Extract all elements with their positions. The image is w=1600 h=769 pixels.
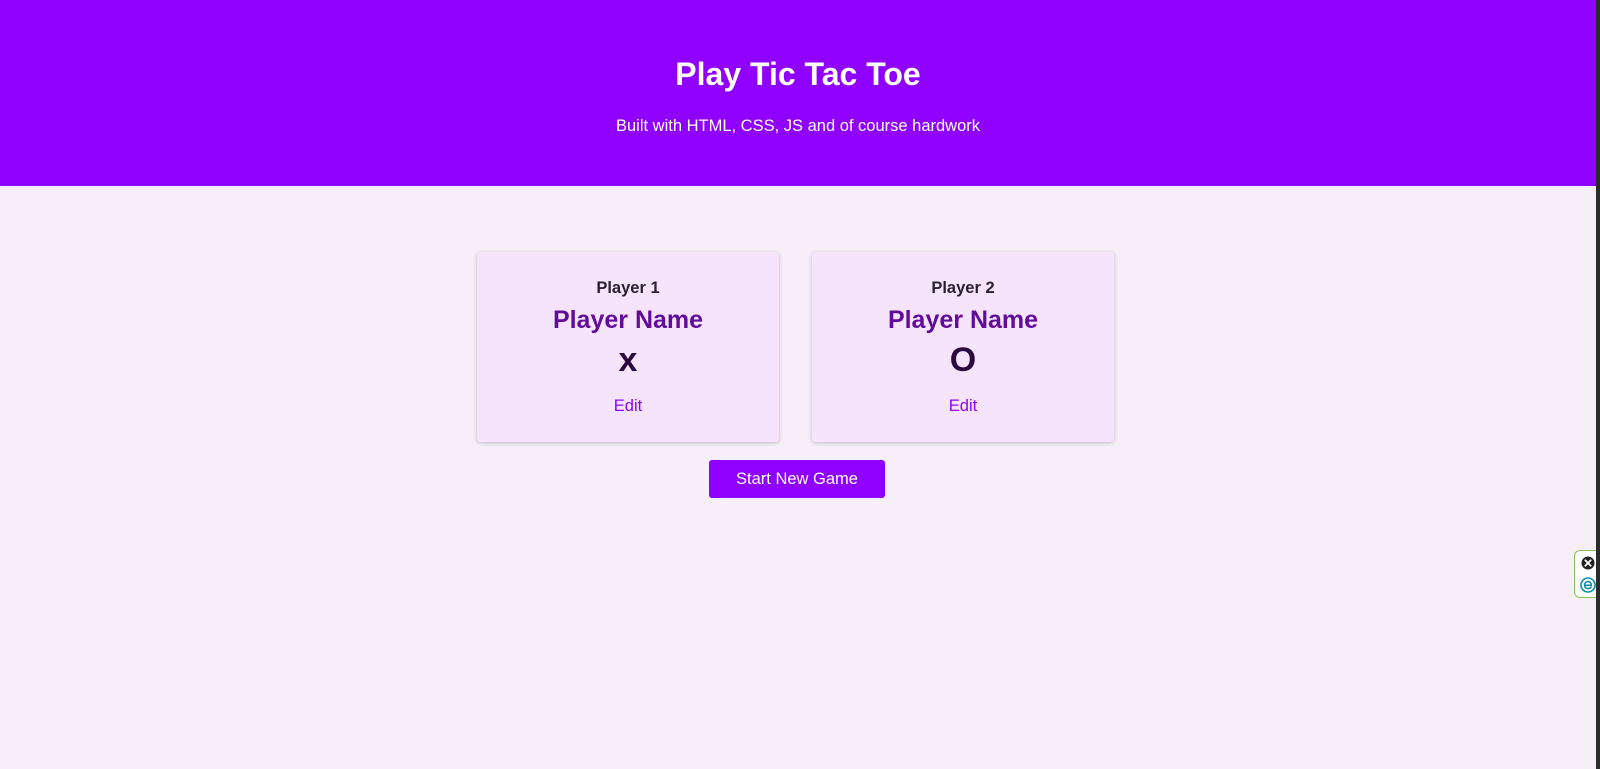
e-icon[interactable] <box>1580 577 1596 593</box>
close-icon[interactable] <box>1581 556 1595 570</box>
player-1-edit-button[interactable]: Edit <box>477 395 779 417</box>
start-new-game-button[interactable]: Start New Game <box>709 460 885 498</box>
player-2-edit-button[interactable]: Edit <box>812 395 1114 417</box>
window-edge <box>1596 0 1600 769</box>
player-2-symbol: O <box>949 341 977 379</box>
page: Play Tic Tac Toe Built with HTML, CSS, J… <box>0 0 1598 769</box>
player-1-card: Player 1 Player Name x Edit <box>477 252 779 442</box>
page-title: Play Tic Tac Toe <box>675 56 921 92</box>
player-2-label: Player 2 <box>931 279 995 297</box>
extension-widget <box>1574 550 1598 598</box>
page-header: Play Tic Tac Toe Built with HTML, CSS, J… <box>0 0 1596 186</box>
player-2-name: Player Name <box>887 306 1039 334</box>
player-1-name: Player Name <box>552 306 704 334</box>
player-1-label: Player 1 <box>596 279 660 297</box>
page-subtitle: Built with HTML, CSS, JS and of course h… <box>615 117 981 135</box>
player-1-symbol: x <box>618 341 638 379</box>
player-2-card: Player 2 Player Name O Edit <box>812 252 1114 442</box>
